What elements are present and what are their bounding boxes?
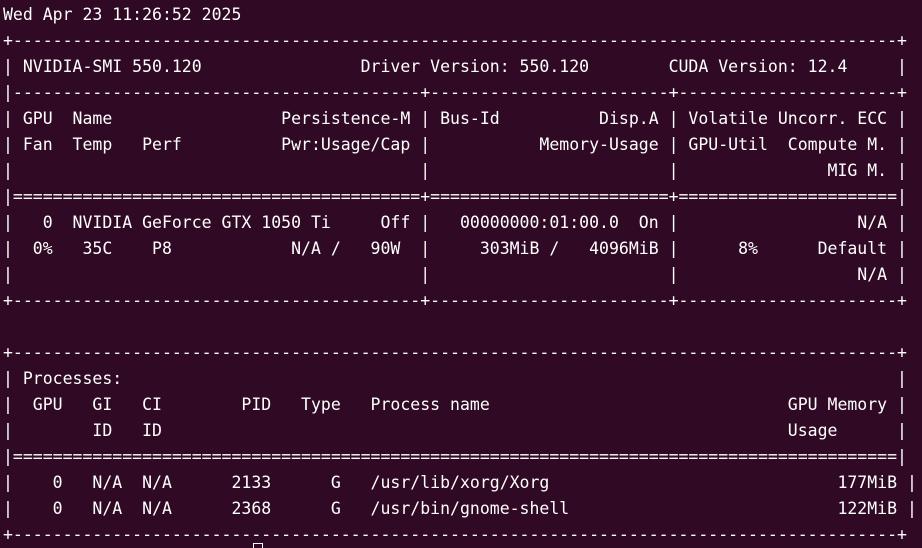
gpu-row-2: | 0% 35C P8 N/A / 90W | 303MiB / 4096MiB… — [3, 239, 907, 258]
processes-header-row-2: | ID ID Usage | — [3, 421, 907, 440]
processes-separator: |=======================================… — [3, 447, 907, 466]
terminal-window[interactable]: Wed Apr 23 11:26:52 2025 +--------------… — [0, 0, 922, 548]
gpu-row-3: | | | N/A | — [3, 265, 907, 284]
table-divider: |---------------------------------------… — [3, 83, 907, 102]
table-border-top: +---------------------------------------… — [3, 31, 907, 50]
timestamp-line: Wed Apr 23 11:26:52 2025 — [3, 5, 242, 24]
processes-header-row-1: | GPU GI CI PID Type Process name GPU Me… — [3, 395, 907, 414]
gpu-header-row-3: | | | MIG M. | — [3, 161, 907, 180]
gpu-header-row-2: | Fan Temp Perf Pwr:Usage/Cap | Memory-U… — [3, 135, 907, 154]
version-info-line: | NVIDIA-SMI 550.120 Driver Version: 550… — [3, 57, 907, 76]
terminal-cursor — [253, 543, 263, 548]
processes-border-bottom: +---------------------------------------… — [3, 525, 907, 544]
gpu-header-row-1: | GPU Name Persistence-M | Bus-Id Disp.A… — [3, 109, 907, 128]
header-separator: |=======================================… — [3, 187, 907, 206]
process-row: | 0 N/A N/A 2133 G /usr/lib/xorg/Xorg 17… — [3, 473, 917, 492]
processes-title: | Processes: | — [3, 369, 907, 388]
table-border-bottom: +---------------------------------------… — [3, 291, 907, 310]
process-row: | 0 N/A N/A 2368 G /usr/bin/gnome-shell … — [3, 499, 917, 518]
processes-border-top: +---------------------------------------… — [3, 343, 907, 362]
gpu-row-1: | 0 NVIDIA GeForce GTX 1050 Ti Off | 000… — [3, 213, 907, 232]
